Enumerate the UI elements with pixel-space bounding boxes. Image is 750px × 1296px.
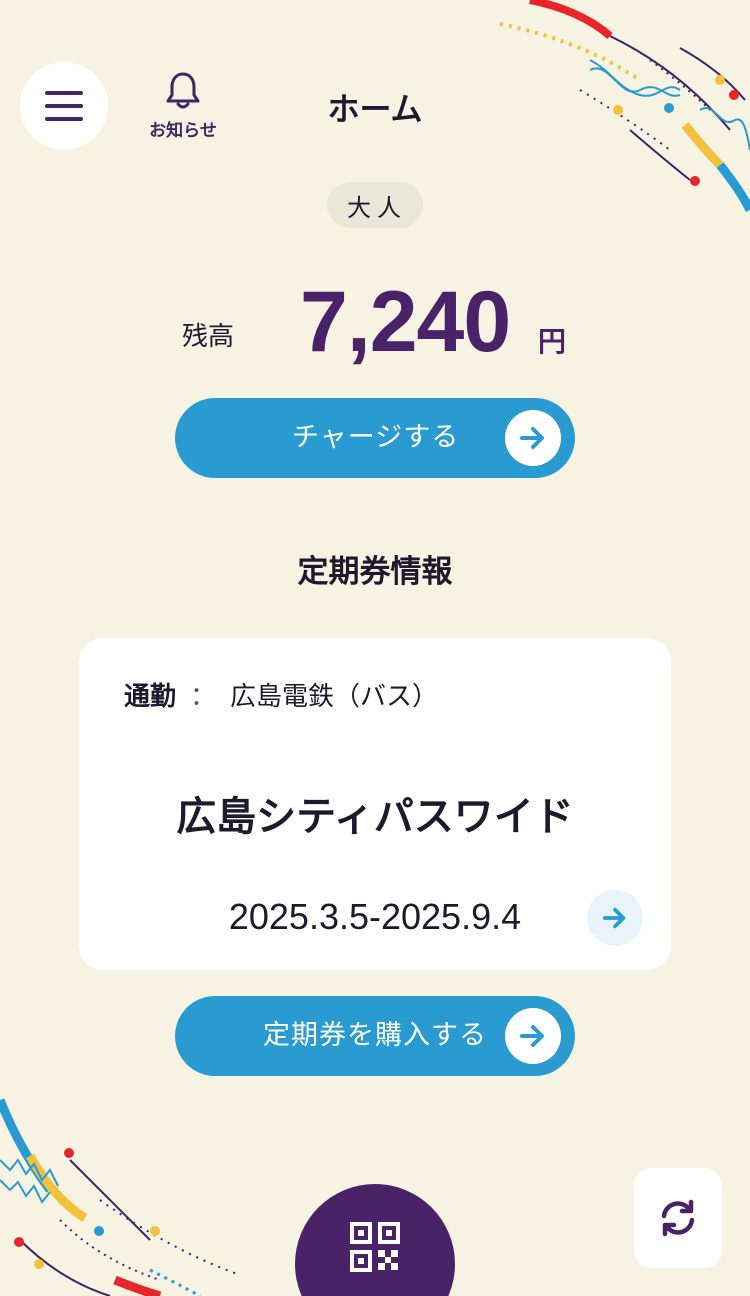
refresh-button[interactable] xyxy=(634,1168,722,1268)
pass-name: 広島シティパスワイド xyxy=(176,794,574,840)
pass-period: 2025.3.5-2025.9.4 xyxy=(228,896,522,937)
arrow-right-icon xyxy=(505,410,561,466)
qr-code-icon xyxy=(350,1222,400,1272)
page-title: ホーム xyxy=(327,90,423,128)
operator-name: 広島電鉄（バス） xyxy=(230,682,439,712)
charge-button[interactable]: チャージする xyxy=(175,398,575,478)
balance-amount: 7,240 xyxy=(300,274,511,370)
decorative-lines-bottom-left xyxy=(0,1098,241,1296)
balance-unit: 円 xyxy=(538,325,567,358)
commute-separator: ： xyxy=(190,682,217,712)
pass-detail-button[interactable] xyxy=(587,890,643,946)
commute-type: 通勤 xyxy=(124,682,177,712)
qr-code-button[interactable] xyxy=(295,1184,455,1296)
commute-info: 通勤 ： 広島電鉄（バス） xyxy=(124,676,438,713)
purchase-pass-button[interactable]: 定期券を購入する xyxy=(175,996,575,1076)
fare-type-badge: 大人 xyxy=(327,182,423,228)
section-title-commuter-pass: 定期券情報 xyxy=(297,554,453,590)
arrow-right-icon xyxy=(602,907,626,929)
charge-button-label: チャージする xyxy=(292,422,460,453)
refresh-icon xyxy=(661,1199,695,1237)
home-screen: お知らせ ホーム 大人 残高 7,240 円 チャージする 定期券情報 通勤：広… xyxy=(0,0,750,1296)
commuter-pass-card: 通勤 ： 広島電鉄（バス） 広島シティパスワイド 2025.3.5-2025.9.4 xyxy=(79,638,671,970)
balance-label: 残高 xyxy=(182,322,235,352)
purchase-pass-button-label: 定期券を購入する xyxy=(263,1020,487,1051)
arrow-right-icon xyxy=(505,1008,561,1064)
